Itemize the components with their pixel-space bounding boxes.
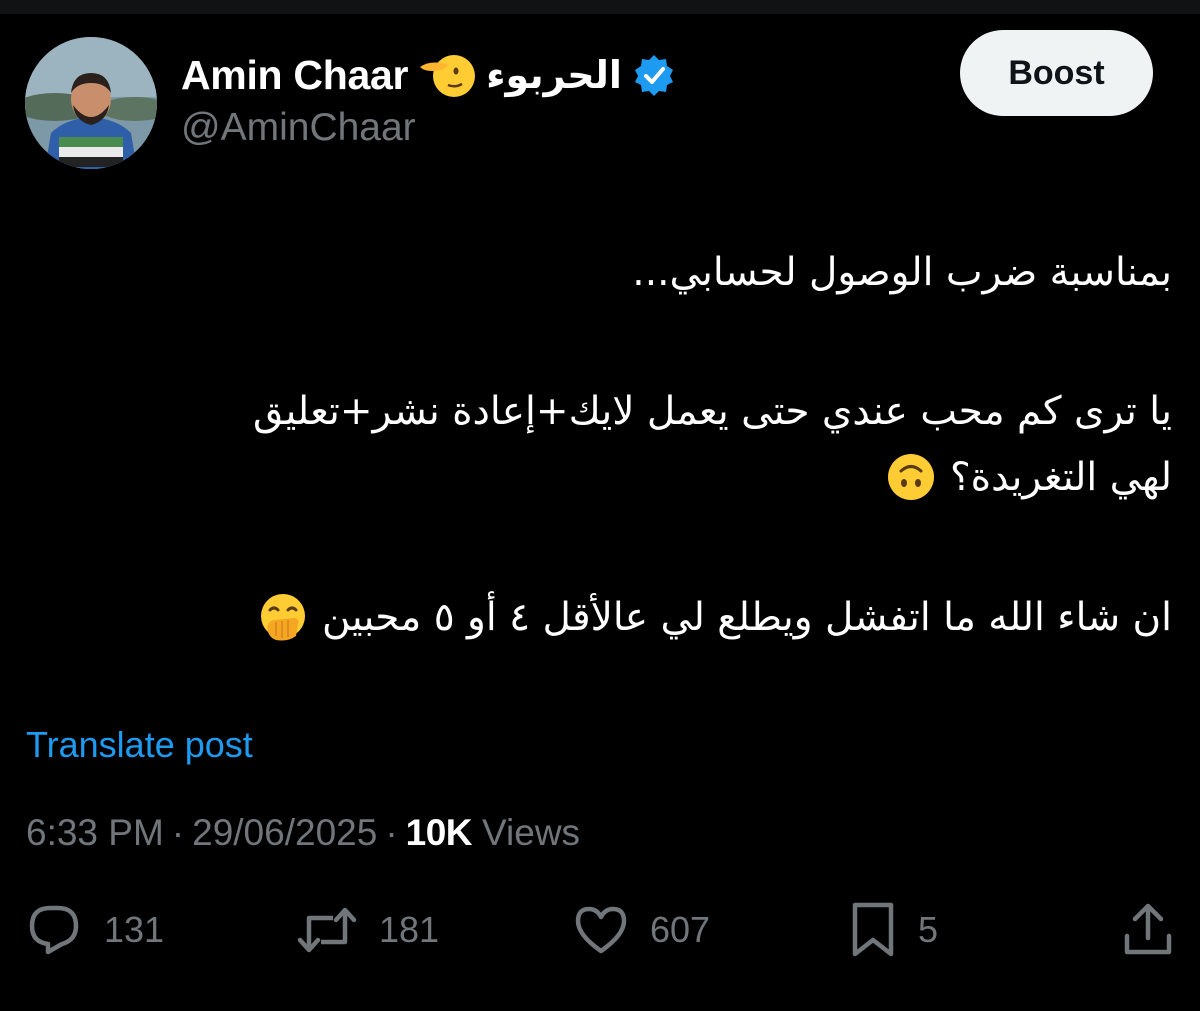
verified-badge-icon[interactable] — [632, 53, 676, 97]
author-handle[interactable]: @AminChaar — [181, 106, 416, 150]
tweet-text-line-3: لهي التغريدة؟ — [949, 454, 1172, 500]
saluting-face-emoji-icon — [420, 55, 476, 97]
upside-down-face-emoji-icon — [887, 454, 934, 500]
views-label[interactable]: Views — [482, 812, 580, 854]
author-display-name[interactable]: Amin Chaar — [181, 52, 408, 99]
author-name-row[interactable]: Amin Chaar الحربوء — [181, 47, 676, 103]
views-count[interactable]: 10K — [406, 812, 473, 854]
tweet-meta-row: 6:33 PM · 29/06/2025 · 10K Views — [26, 812, 580, 854]
top-status-strip — [0, 0, 1200, 14]
tweet-text-line-4-row: ان شاء الله ما اتفشل ويطلع لي عالأقل ٤ أ… — [32, 592, 1172, 642]
tweet-time[interactable]: 6:33 PM — [26, 812, 164, 854]
tweet-date[interactable]: 29/06/2025 — [192, 812, 377, 854]
avatar-image — [25, 37, 157, 169]
bookmark-icon — [852, 902, 894, 957]
tweet-text-line-1: بمناسبة ضرب الوصول لحسابي... — [632, 250, 1172, 295]
bookmark-count: 5 — [918, 909, 939, 950]
reply-icon — [29, 905, 79, 955]
reply-button[interactable]: 131 — [26, 900, 164, 960]
heart-icon — [575, 906, 627, 954]
tweet-text-line-4: ان شاء الله ما اتفشل ويطلع لي عالأقل ٤ أ… — [322, 594, 1172, 640]
repost-button[interactable]: 181 — [297, 900, 439, 960]
share-button[interactable] — [1122, 900, 1174, 960]
meta-separator: · — [171, 812, 185, 853]
repost-icon — [297, 907, 357, 953]
repost-count: 181 — [379, 909, 440, 950]
meta-separator: · — [385, 812, 398, 853]
tweet-text-line-3-row: لهي التغريدة؟ — [32, 452, 1172, 502]
like-count: 607 — [650, 909, 711, 950]
reply-count: 131 — [104, 909, 165, 950]
author-arabic-name[interactable]: الحربوء — [486, 53, 622, 97]
translate-post-link[interactable]: Translate post — [26, 724, 253, 766]
avatar[interactable] — [25, 37, 157, 169]
like-button[interactable]: 607 — [574, 900, 710, 960]
share-icon — [1124, 903, 1172, 955]
face-with-hand-over-mouth-emoji-icon — [261, 594, 306, 641]
bookmark-button[interactable]: 5 — [850, 900, 938, 960]
tweet-text-line-2: يا ترى كم محب عندي حتى يعمل لايك+إعادة ن… — [252, 389, 1172, 434]
boost-button[interactable]: Boost — [960, 30, 1153, 116]
